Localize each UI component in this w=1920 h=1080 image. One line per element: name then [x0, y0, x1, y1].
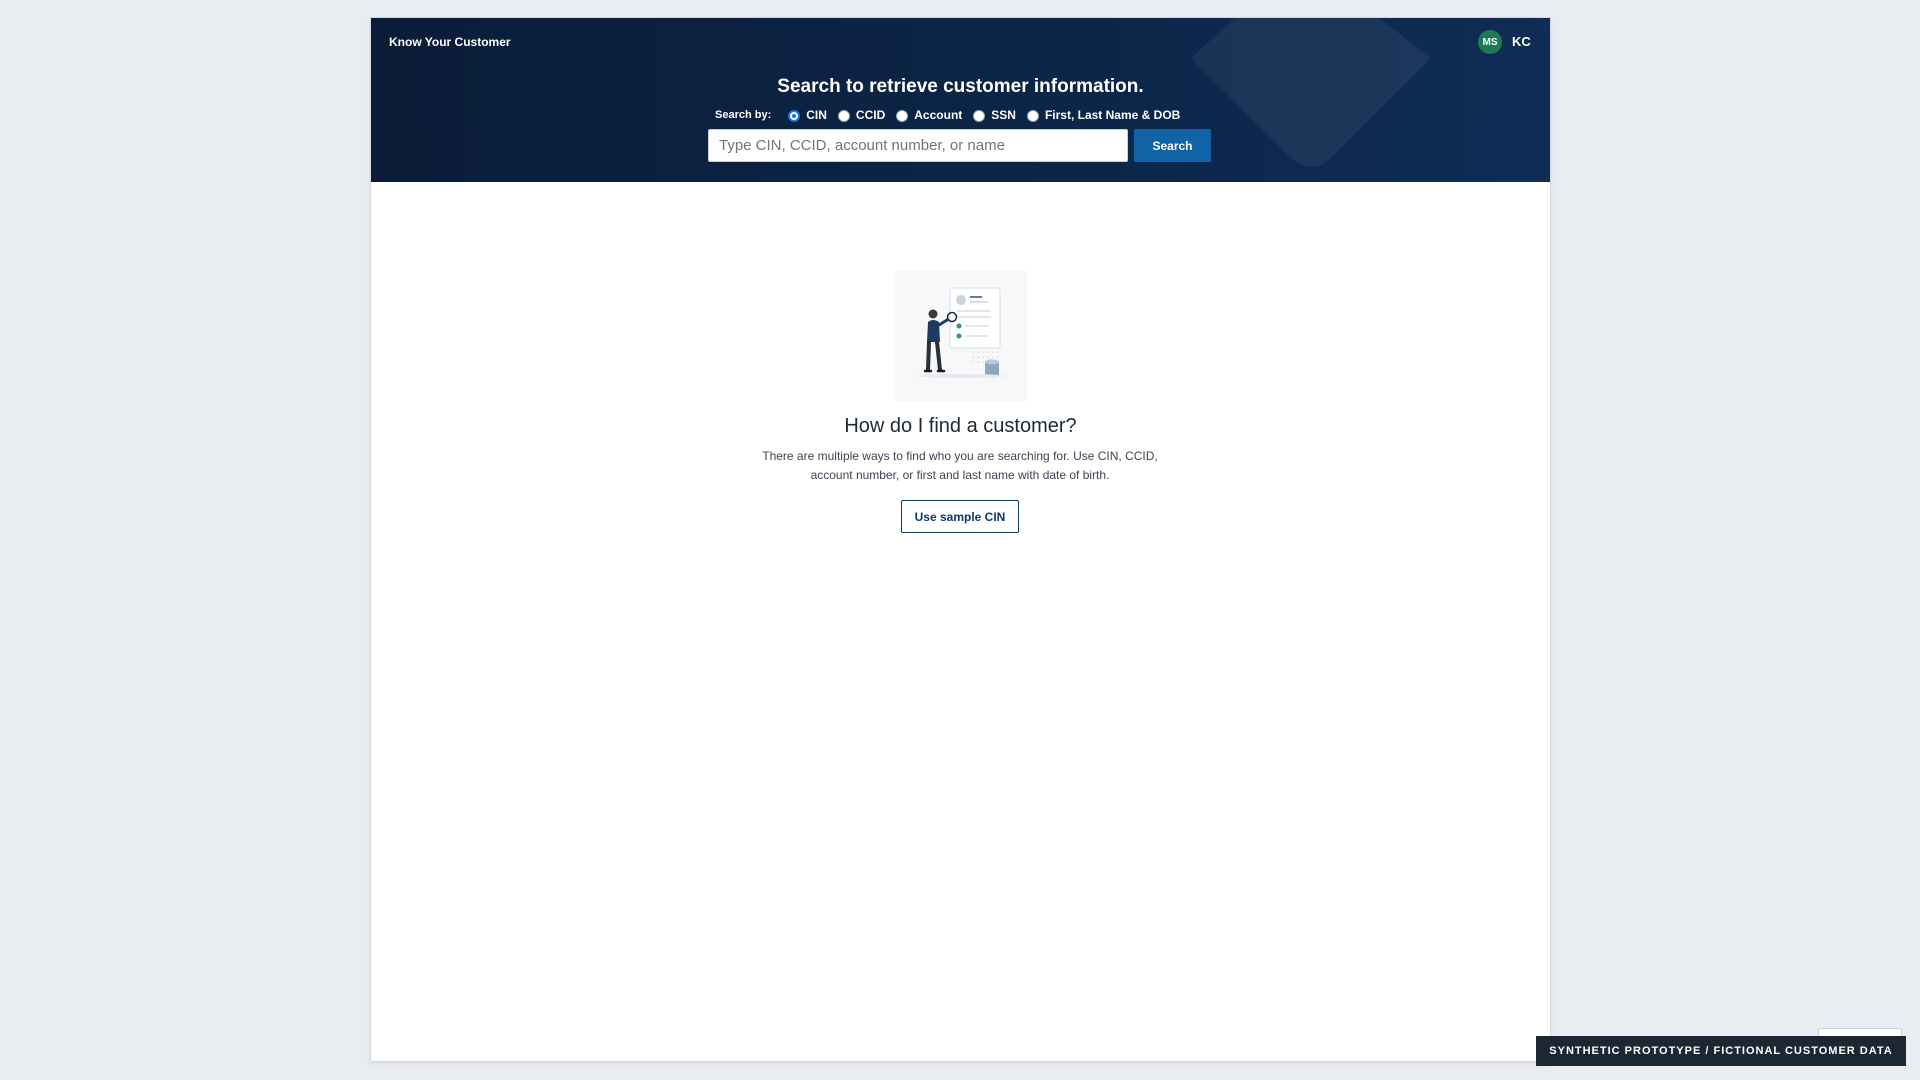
radio-unchecked-icon[interactable]	[1026, 110, 1039, 122]
search-input[interactable]	[708, 129, 1128, 162]
radio-option-account[interactable]: Account	[896, 108, 962, 122]
user-initials[interactable]: KC	[1512, 34, 1531, 49]
avatar[interactable]: MS	[1478, 30, 1502, 54]
empty-state-description: There are multiple ways to find who you …	[750, 447, 1170, 485]
person-with-magnifier-icon	[917, 287, 1005, 378]
search-button[interactable]: Search	[1134, 129, 1211, 162]
prototype-banner: SYNTHETIC PROTOTYPE / FICTIONAL CUSTOMER…	[1536, 1036, 1906, 1066]
radio-label-ssn: SSN	[991, 108, 1016, 122]
radio-label-ccid: CCID	[855, 108, 886, 122]
radio-unchecked-icon[interactable]	[837, 110, 850, 122]
use-sample-cin-button[interactable]: Use sample CIN	[901, 500, 1019, 533]
header-decoration	[1171, 18, 1471, 182]
search-heading: Search to retrieve customer information.	[777, 76, 1144, 97]
radio-option-cin[interactable]: CIN	[788, 108, 827, 122]
radio-option-name-dob[interactable]: First, Last Name & DOB	[1026, 108, 1181, 122]
app-window: Know Your Customer MS KC Search to retri…	[371, 18, 1550, 1061]
radio-option-ssn[interactable]: SSN	[973, 108, 1016, 122]
radio-unchecked-icon[interactable]	[896, 110, 909, 122]
radio-option-ccid[interactable]: CCID	[837, 108, 886, 122]
radio-label-name-dob: First, Last Name & DOB	[1044, 108, 1181, 122]
search-by-group: Search by: CIN CCID Account SSN First, L…	[715, 106, 1191, 124]
description-line: There are multiple ways to find who you …	[762, 449, 1158, 463]
app-title: Know Your Customer	[389, 35, 511, 49]
search-by-label: Search by:	[715, 109, 772, 121]
radio-label-account: Account	[914, 108, 963, 122]
description-line: account number, or first and last name w…	[810, 468, 1110, 482]
search-header: Know Your Customer MS KC Search to retri…	[371, 18, 1550, 182]
radio-unchecked-icon[interactable]	[973, 110, 986, 122]
diamond-shape-icon	[1191, 18, 1431, 167]
radio-checked-icon[interactable]	[788, 110, 801, 122]
find-customer-illustration	[895, 270, 1027, 402]
radio-label-cin: CIN	[806, 108, 827, 122]
empty-state-title: How do I find a customer?	[844, 415, 1077, 437]
